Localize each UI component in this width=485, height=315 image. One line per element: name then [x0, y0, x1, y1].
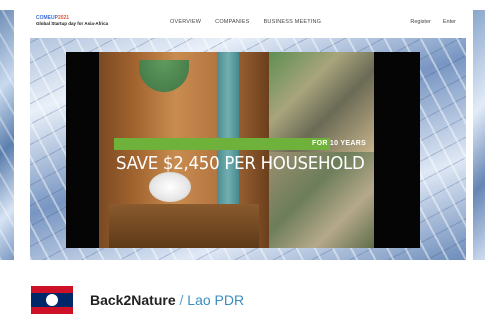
overlay-small-text: FOR 10 YEARS: [312, 140, 367, 147]
logo-tagline: Global Startup day for Asia-Africa: [36, 21, 109, 26]
nav-companies[interactable]: COMPANIES: [215, 19, 249, 25]
toilet-photo: [99, 52, 269, 248]
page: COMEUP2021 Global Startup day for Asia-A…: [0, 0, 485, 315]
comeup-logo[interactable]: COMEUP2021 Global Startup day for Asia-A…: [36, 16, 108, 27]
startup-pitch-card[interactable]: COMEUP2021 Global Startup day for Asia-A…: [30, 10, 466, 260]
toilet-bowl-shape: [149, 172, 191, 202]
nav-overview[interactable]: OVERVIEW: [170, 19, 201, 25]
register-link[interactable]: Register: [410, 19, 430, 25]
pitch-video[interactable]: FOR 10 YEARS SAVE $2,450 PER HOUSEHOLD: [66, 52, 420, 248]
caption-separator: /: [175, 292, 188, 308]
garden-photo-top: [269, 52, 374, 152]
overlay-headline: SAVE $2,450 PER HOUSEHOLD: [116, 154, 365, 174]
tank-shape: [139, 60, 189, 92]
startup-caption: Back2Nature / Lao PDR: [90, 292, 244, 308]
account-nav: Register Enter: [410, 19, 456, 25]
main-nav: OVERVIEW COMPANIES BUSINESS MEETING: [170, 19, 321, 25]
previous-slide-panel[interactable]: [0, 10, 14, 260]
startup-country[interactable]: Lao PDR: [187, 292, 244, 308]
nav-business-meeting[interactable]: BUSINESS MEETING: [264, 19, 322, 25]
next-slide-panel[interactable]: [473, 10, 485, 260]
wooden-base-shape: [109, 204, 259, 248]
flag-stripe-top: [31, 286, 73, 293]
flag-disc: [46, 294, 58, 306]
site-header: COMEUP2021 Global Startup day for Asia-A…: [30, 10, 466, 38]
overlay-green-bar: [114, 138, 330, 150]
enter-link[interactable]: Enter: [443, 19, 456, 25]
laos-flag-icon: [31, 286, 73, 314]
flag-stripe-bottom: [31, 307, 73, 314]
startup-name[interactable]: Back2Nature: [90, 292, 176, 308]
